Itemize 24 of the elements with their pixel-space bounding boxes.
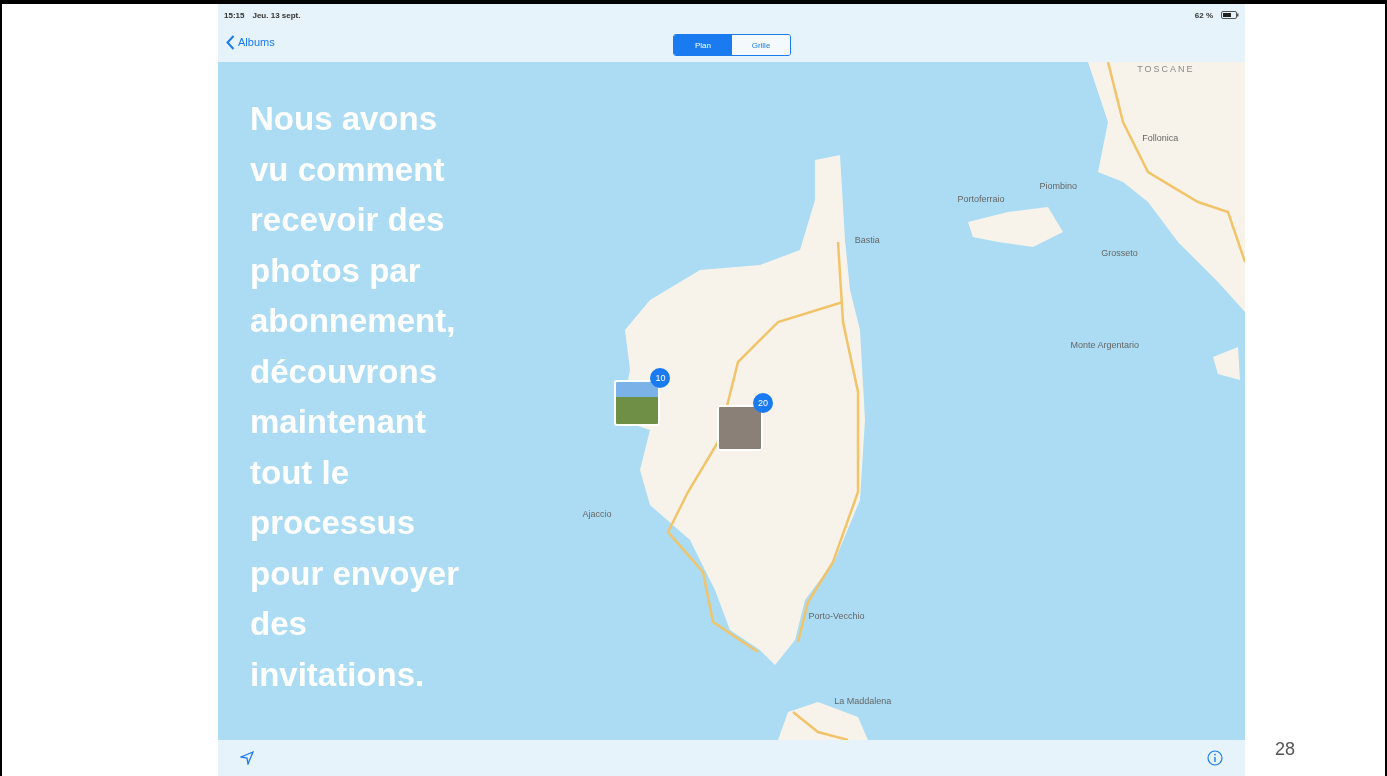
map-label: Ajaccio: [582, 509, 612, 520]
map-label: Portoferraio: [957, 194, 1005, 205]
photo-placeholder[interactable]: [717, 405, 764, 452]
map-label: Bastia: [854, 234, 880, 245]
photo-placeholder[interactable]: [614, 379, 661, 426]
battery-icon: [1221, 11, 1239, 19]
chevron-left-icon: [226, 34, 235, 50]
map-label: Grosseto: [1101, 248, 1138, 259]
info-icon[interactable]: [1207, 750, 1223, 766]
battery-percent: 62 %: [1194, 10, 1213, 20]
location-arrow-icon[interactable]: [240, 751, 254, 765]
status-date: Jeu. 13 sept.: [252, 10, 301, 20]
segment-tab[interactable]: Plan: [674, 35, 732, 55]
map-label: Monte Argentario: [1070, 339, 1139, 350]
slide-text: Nous avons vu comment recevoir des photos par abonnement, découvrons maintenant tout le processus pour envoyer des invitations.: [250, 99, 461, 695]
map-label: Piombino: [1039, 180, 1078, 191]
map-label: La Maddalena: [834, 695, 892, 706]
map-label: Follonica: [1142, 133, 1179, 144]
slide-number: 28: [1275, 739, 1296, 760]
segment-tab[interactable]: Grille: [732, 35, 790, 55]
map-label: TOSCANE: [1137, 64, 1195, 75]
map-label: Porto-Vecchio: [808, 611, 865, 622]
status-time: 15:15: [224, 10, 245, 20]
back-link[interactable]: Albums: [226, 34, 275, 50]
